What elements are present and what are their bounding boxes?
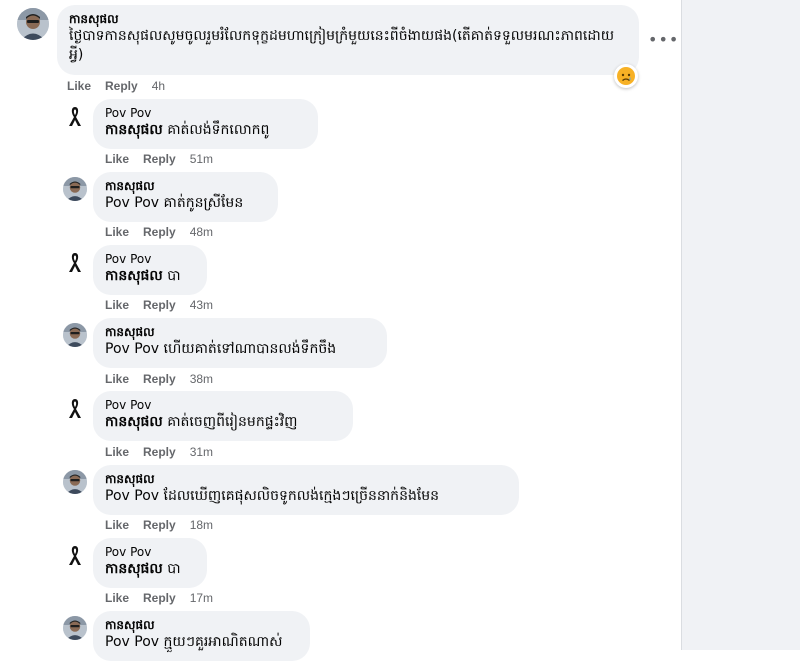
top-comment-actions: Like Reply 4h bbox=[67, 79, 165, 93]
reply-actions: Like Reply 48m bbox=[105, 225, 213, 239]
like-button[interactable]: Like bbox=[105, 225, 129, 239]
right-side-panel bbox=[681, 0, 800, 650]
reply-actions: Like Reply 51m bbox=[105, 152, 213, 166]
reply-author[interactable]: កានសុផល bbox=[105, 618, 298, 633]
reply-avatar[interactable] bbox=[63, 177, 87, 201]
like-button[interactable]: Like bbox=[67, 79, 91, 93]
reply-avatar[interactable] bbox=[63, 323, 87, 347]
reply-author[interactable]: Pov Pov bbox=[105, 252, 195, 267]
reply-author[interactable]: កានសុផល bbox=[105, 472, 507, 487]
reply-author[interactable]: Pov Pov bbox=[105, 106, 306, 121]
reply-bubble: Pov Pov កានសុផល គាត់ចេញពីរៀនមកផ្ទះវិញ bbox=[93, 391, 353, 441]
reply-actions: Like Reply 31m bbox=[105, 445, 213, 459]
mention-link[interactable]: កានសុផល bbox=[105, 561, 163, 577]
reply-text: ដែលឃើញគេផុសលិចទូកលង់ក្មេងៗច្រើននាក់និងមែ… bbox=[163, 488, 440, 504]
reply-button[interactable]: Reply bbox=[143, 518, 176, 532]
reply-time[interactable]: 48m bbox=[190, 225, 213, 239]
black-ribbon-icon[interactable] bbox=[63, 396, 87, 420]
black-ribbon-icon[interactable] bbox=[63, 104, 87, 128]
reply-button[interactable]: Reply bbox=[143, 225, 176, 239]
man-photo-icon bbox=[63, 323, 87, 347]
like-button[interactable]: Like bbox=[105, 518, 129, 532]
black-ribbon-icon[interactable] bbox=[63, 250, 87, 274]
reply-author[interactable]: Pov Pov bbox=[105, 545, 195, 560]
mention-link[interactable]: កានសុផល bbox=[105, 414, 163, 430]
reply-bubble: កានសុផល Pov Pov គាត់កូនស្រីមែន bbox=[93, 172, 278, 222]
reply-bubble: កានសុផល Pov Pov ដែលឃើញគេផុសលិចទូកលង់ក្មេ… bbox=[93, 465, 519, 515]
reply-time[interactable]: 17m bbox=[190, 591, 213, 605]
reply-bubble: Pov Pov កានសុផល បា bbox=[93, 538, 207, 588]
reply-bubble: កានសុផល Pov Pov ហើយគាត់ទៅណាបានលង់ទឹកចឹង bbox=[93, 318, 387, 368]
reply-text: គាត់ចេញពីរៀនមកផ្ទះវិញ bbox=[167, 414, 298, 430]
reply-actions: Like Reply 38m bbox=[105, 372, 213, 386]
top-comment-bubble: កានសុផល ថ្ងៃបាទកានសុផលសូមចូលរួមរំលែកទុក្… bbox=[57, 5, 639, 75]
mention-link[interactable]: Pov Pov bbox=[105, 488, 159, 504]
like-button[interactable]: Like bbox=[105, 152, 129, 166]
more-options-icon[interactable]: ••• bbox=[648, 30, 678, 50]
reply-time[interactable]: 38m bbox=[190, 372, 213, 386]
reply-actions: Like Reply 18m bbox=[105, 518, 213, 532]
reply-button[interactable]: Reply bbox=[143, 298, 176, 312]
reply-author[interactable]: Pov Pov bbox=[105, 398, 341, 413]
mention-link[interactable]: Pov Pov bbox=[105, 195, 159, 211]
sad-reaction-icon[interactable] bbox=[614, 64, 638, 88]
man-photo-icon bbox=[63, 470, 87, 494]
man-photo-icon bbox=[63, 616, 87, 640]
reply-text: បា bbox=[167, 561, 181, 577]
mention-link[interactable]: Pov Pov bbox=[105, 341, 159, 357]
comment-text: ថ្ងៃបាទកានសុផលសូមចូលរួមរំលែកទុក្ខដមហាក្រ… bbox=[69, 28, 615, 63]
reply-time[interactable]: 18m bbox=[190, 518, 213, 532]
like-button[interactable]: Like bbox=[105, 591, 129, 605]
like-button[interactable]: Like bbox=[105, 372, 129, 386]
mention-link[interactable]: កានសុផល bbox=[105, 268, 163, 284]
reply-author[interactable]: កានសុផល bbox=[105, 325, 375, 340]
reply-button[interactable]: Reply bbox=[143, 591, 176, 605]
mention-link[interactable]: កានសុផល bbox=[105, 122, 163, 138]
reply-text: ហើយគាត់ទៅណាបានលង់ទឹកចឹង bbox=[163, 341, 337, 357]
mention-link[interactable]: Pov Pov bbox=[105, 634, 159, 650]
reply-text: បា bbox=[167, 268, 181, 284]
reply-button[interactable]: Reply bbox=[143, 445, 176, 459]
reply-avatar[interactable] bbox=[63, 470, 87, 494]
reply-button[interactable]: Reply bbox=[143, 152, 176, 166]
reply-bubble: Pov Pov កានសុផល គាត់លង់ទឹកលោកពូ bbox=[93, 99, 318, 149]
comment-author[interactable]: កានសុផល bbox=[69, 12, 627, 27]
reply-actions: Like Reply 43m bbox=[105, 298, 213, 312]
comment-time[interactable]: 4h bbox=[152, 79, 165, 93]
reply-actions: Like Reply 17m bbox=[105, 591, 213, 605]
like-button[interactable]: Like bbox=[105, 445, 129, 459]
man-photo-icon bbox=[17, 8, 49, 40]
reply-text: គាត់កូនស្រីមែន bbox=[163, 195, 244, 211]
reply-time[interactable]: 43m bbox=[190, 298, 213, 312]
man-photo-icon bbox=[63, 177, 87, 201]
reply-time[interactable]: 31m bbox=[190, 445, 213, 459]
reply-author[interactable]: កានសុផល bbox=[105, 179, 266, 194]
reply-time[interactable]: 51m bbox=[190, 152, 213, 166]
reply-avatar[interactable] bbox=[63, 616, 87, 640]
reply-text: គាត់លង់ទឹកលោកពូ bbox=[167, 122, 270, 138]
like-button[interactable]: Like bbox=[105, 298, 129, 312]
reply-bubble: Pov Pov កានសុផល បា bbox=[93, 245, 207, 295]
reply-bubble: កានសុផល Pov Pov ក្មួយៗគួរអាណិតណាស់ bbox=[93, 611, 310, 661]
reply-button[interactable]: Reply bbox=[143, 372, 176, 386]
reply-button[interactable]: Reply bbox=[105, 79, 138, 93]
black-ribbon-icon[interactable] bbox=[63, 543, 87, 567]
reply-text: ក្មួយៗគួរអាណិតណាស់ bbox=[163, 634, 283, 650]
commenter-avatar[interactable] bbox=[17, 8, 49, 40]
